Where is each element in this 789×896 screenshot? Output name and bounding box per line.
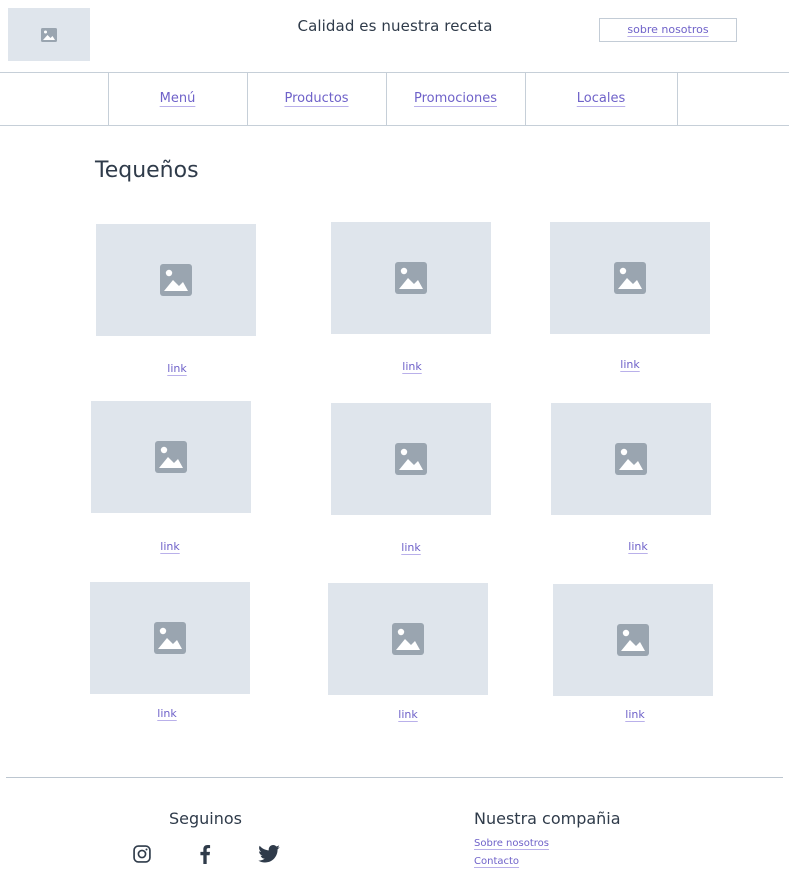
twitter-icon-glyph xyxy=(258,845,280,863)
product-image[interactable] xyxy=(553,584,713,696)
image-placeholder-icon xyxy=(41,27,57,42)
about-us-button[interactable]: sobre nosotros xyxy=(599,18,737,42)
footer-link-contact[interactable]: Contacto xyxy=(474,856,519,867)
follow-us-title: Seguinos xyxy=(169,809,243,828)
logo[interactable] xyxy=(8,8,90,61)
main-nav: Menú Productos Promociones Locales xyxy=(0,72,789,126)
company-title: Nuestra compañia xyxy=(474,809,621,828)
nav-cell-empty xyxy=(677,73,789,125)
nav-item-productos[interactable]: Productos xyxy=(247,73,386,125)
product-image[interactable] xyxy=(91,401,251,513)
footer-link-about[interactable]: Sobre nosotros xyxy=(474,838,549,849)
product-link[interactable]: link xyxy=(392,360,432,373)
product-image[interactable] xyxy=(331,222,491,334)
image-placeholder-icon xyxy=(617,624,649,656)
product-image[interactable] xyxy=(96,224,256,336)
instagram-icon[interactable] xyxy=(130,842,154,866)
instagram-icon-glyph xyxy=(133,845,151,863)
product-link[interactable]: link xyxy=(618,540,658,553)
twitter-icon[interactable] xyxy=(257,842,281,866)
product-image[interactable] xyxy=(551,403,711,515)
facebook-icon-glyph xyxy=(200,845,211,864)
product-link[interactable]: link xyxy=(615,708,655,721)
product-image[interactable] xyxy=(328,583,488,695)
product-link[interactable]: link xyxy=(157,362,197,375)
image-placeholder-icon xyxy=(395,443,427,475)
nav-item-menu[interactable]: Menú xyxy=(108,73,247,125)
nav-item-locales[interactable]: Locales xyxy=(525,73,677,125)
nav-item-promociones[interactable]: Promociones xyxy=(386,73,525,125)
page-tagline: Calidad es nuestra receta xyxy=(297,17,493,35)
section-title: Tequeños xyxy=(95,158,199,183)
image-placeholder-icon xyxy=(615,443,647,475)
facebook-icon[interactable] xyxy=(193,842,217,866)
image-placeholder-icon xyxy=(160,264,192,296)
product-link[interactable]: link xyxy=(610,358,650,371)
image-placeholder-icon xyxy=(154,622,186,654)
product-link[interactable]: link xyxy=(391,541,431,554)
product-link[interactable]: link xyxy=(147,707,187,720)
product-image[interactable] xyxy=(90,582,250,694)
product-image[interactable] xyxy=(550,222,710,334)
product-link[interactable]: link xyxy=(150,540,190,553)
product-link[interactable]: link xyxy=(388,708,428,721)
image-placeholder-icon xyxy=(392,623,424,655)
footer-divider xyxy=(6,777,783,778)
image-placeholder-icon xyxy=(614,262,646,294)
product-image[interactable] xyxy=(331,403,491,515)
image-placeholder-icon xyxy=(155,441,187,473)
image-placeholder-icon xyxy=(395,262,427,294)
